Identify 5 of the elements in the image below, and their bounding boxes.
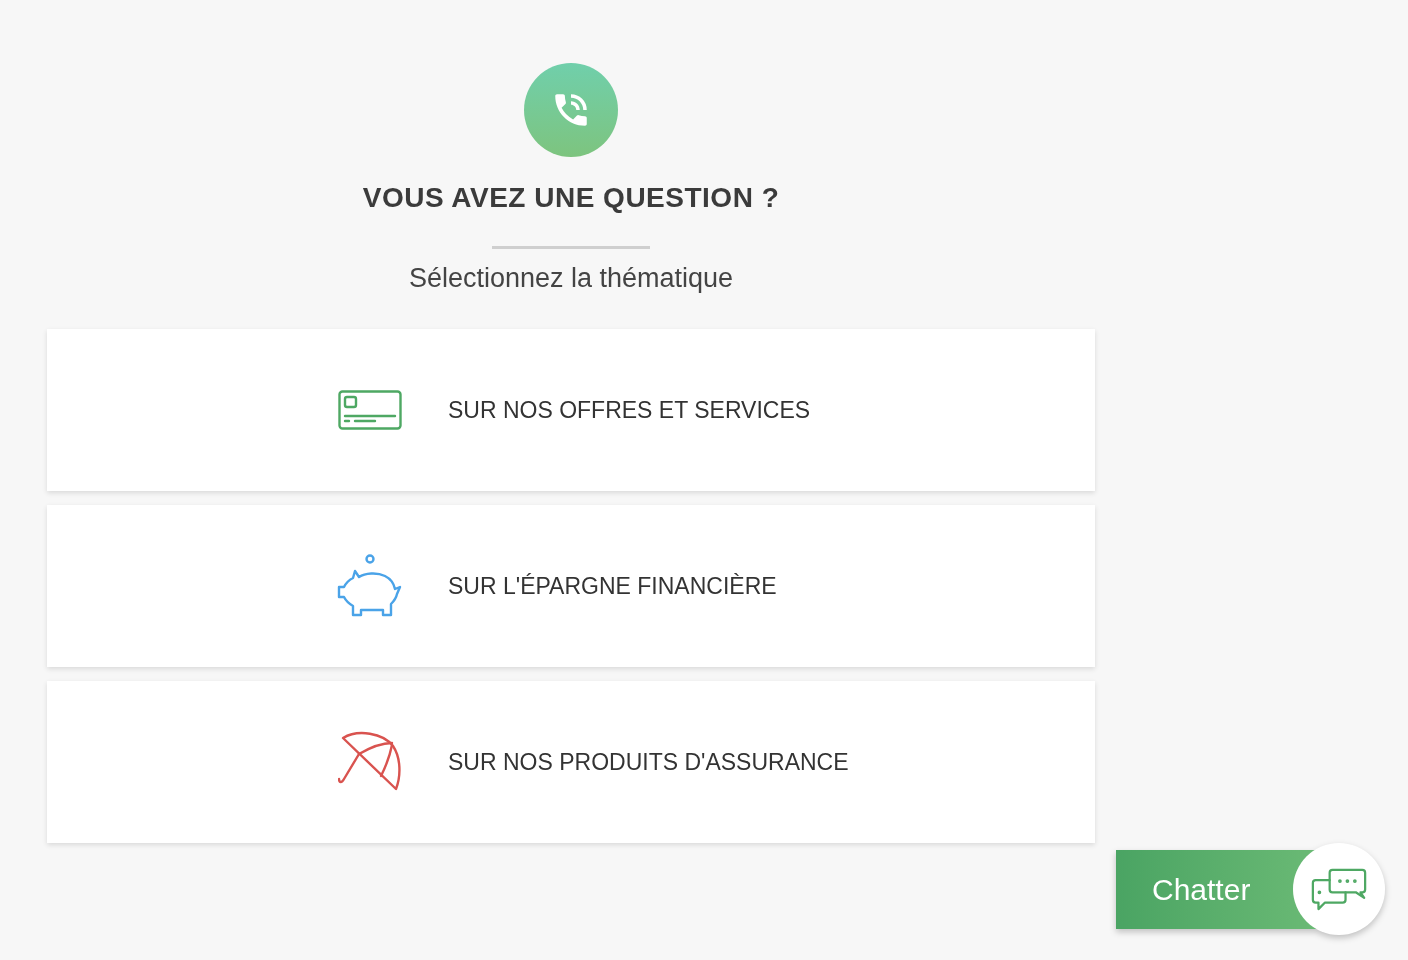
page-title: VOUS AVEZ UNE QUESTION ?	[362, 181, 780, 215]
subtitle: Sélectionnez la thématique	[408, 262, 734, 295]
topic-card[interactable]: SUR NOS OFFRES ET SERVICES	[47, 329, 1095, 491]
topic-card[interactable]: SUR NOS PRODUITS D'ASSURANCE	[47, 681, 1095, 843]
topic-card[interactable]: SUR L'ÉPARGNE FINANCIÈRE	[47, 505, 1095, 667]
